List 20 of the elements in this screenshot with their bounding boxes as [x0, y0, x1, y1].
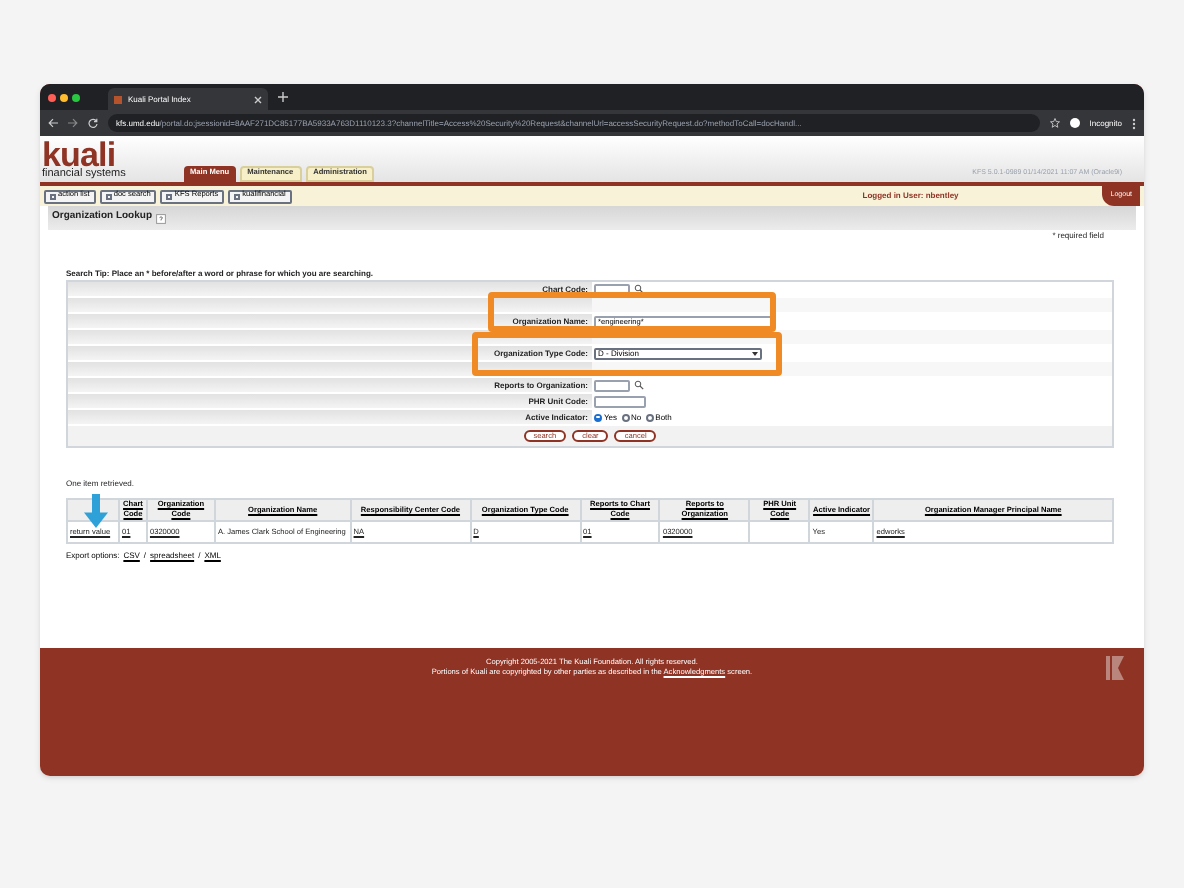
star-icon[interactable]	[1049, 118, 1060, 128]
reload-icon[interactable]	[88, 118, 98, 128]
search-icon[interactable]	[634, 380, 644, 390]
text-input[interactable]	[594, 395, 646, 407]
radio-button[interactable]	[594, 413, 602, 421]
close-icon[interactable]	[254, 95, 262, 103]
radio-button[interactable]	[621, 413, 630, 421]
help-icon[interactable]	[156, 213, 166, 223]
text-input[interactable]	[594, 283, 630, 295]
plus-icon[interactable]	[278, 92, 288, 102]
favicon-icon	[114, 95, 122, 103]
text-input[interactable]	[594, 379, 630, 391]
radio-button[interactable]	[645, 413, 654, 421]
search-icon[interactable]	[634, 284, 644, 294]
caret-icon	[752, 351, 758, 355]
arrow-down-icon	[84, 494, 108, 528]
kuali-mark-icon	[1106, 656, 1124, 680]
forward-icon[interactable]	[68, 118, 78, 128]
back-icon[interactable]	[48, 118, 58, 128]
profile-icon[interactable]	[1069, 118, 1080, 128]
